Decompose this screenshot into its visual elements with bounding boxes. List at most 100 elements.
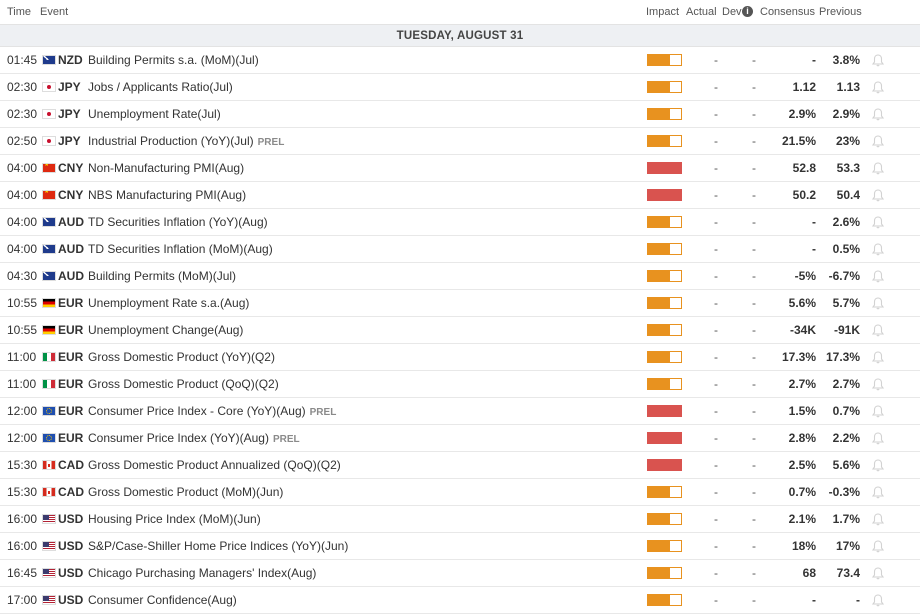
impact-indicator bbox=[647, 378, 682, 390]
event-name[interactable]: Housing Price Index (MoM)(Jun) bbox=[88, 506, 261, 532]
table-row[interactable]: 11:00 EUR Gross Domestic Product (YoY)(Q2)… bbox=[0, 344, 920, 371]
table-row[interactable]: 15:30 CAD Gross Domestic Product (MoM)(Jun… bbox=[0, 479, 920, 506]
event-name[interactable]: Unemployment Change(Aug) bbox=[88, 317, 243, 343]
info-icon[interactable]: i bbox=[742, 6, 753, 17]
event-title[interactable]: Consumer Price Index (YoY)(Aug) bbox=[88, 431, 269, 445]
event-title[interactable]: Gross Domestic Product Annualized (QoQ)(… bbox=[88, 458, 341, 472]
event-title[interactable]: Building Permits (MoM)(Jul) bbox=[88, 269, 236, 283]
bell-icon[interactable] bbox=[871, 587, 885, 613]
bell-icon[interactable] bbox=[871, 128, 885, 154]
bell-icon[interactable] bbox=[871, 344, 885, 370]
event-title[interactable]: Unemployment Rate(Jul) bbox=[88, 107, 221, 121]
event-name[interactable]: Building Permits s.a. (MoM)(Jul) bbox=[88, 47, 259, 73]
event-title[interactable]: Building Permits s.a. (MoM)(Jul) bbox=[88, 53, 259, 67]
bell-icon[interactable] bbox=[871, 506, 885, 532]
event-name[interactable]: Non-Manufacturing PMI(Aug) bbox=[88, 155, 244, 181]
event-name[interactable]: TD Securities Inflation (MoM)(Aug) bbox=[88, 236, 273, 262]
header-event[interactable]: Event bbox=[40, 6, 68, 18]
table-row[interactable]: 04:00 CNY NBS Manufacturing PMI(Aug) - - 50.2… bbox=[0, 182, 920, 209]
event-name[interactable]: NBS Manufacturing PMI(Aug) bbox=[88, 182, 246, 208]
bell-icon[interactable] bbox=[871, 533, 885, 559]
table-row[interactable]: 11:00 EUR Gross Domestic Product (QoQ)(Q2)… bbox=[0, 371, 920, 398]
eu-flag-icon bbox=[42, 406, 56, 416]
event-name[interactable]: Unemployment Rate(Jul) bbox=[88, 101, 221, 127]
event-name[interactable]: Gross Domestic Product (MoM)(Jun) bbox=[88, 479, 283, 505]
table-row[interactable]: 10:55 EUR Unemployment Change(Aug) - - -34K -9… bbox=[0, 317, 920, 344]
event-title[interactable]: Chicago Purchasing Managers' Index(Aug) bbox=[88, 566, 316, 580]
event-title[interactable]: Industrial Production (YoY)(Jul) bbox=[88, 134, 254, 148]
header-dev[interactable]: Dev bbox=[722, 6, 742, 18]
table-row[interactable]: 16:00 USD S&P/Case-Shiller Home Price Indi… bbox=[0, 533, 920, 560]
event-name[interactable]: Consumer Price Index - Core (YoY)(Aug) PR… bbox=[88, 398, 336, 424]
bell-icon[interactable] bbox=[871, 182, 885, 208]
event-title[interactable]: NBS Manufacturing PMI(Aug) bbox=[88, 188, 246, 202]
event-name[interactable]: Chicago Purchasing Managers' Index(Aug) bbox=[88, 560, 316, 586]
impact-indicator bbox=[647, 567, 682, 579]
event-title[interactable]: S&P/Case-Shiller Home Price Indices (YoY… bbox=[88, 539, 348, 553]
event-name[interactable]: Gross Domestic Product (QoQ)(Q2) bbox=[88, 371, 279, 397]
table-row[interactable]: 10:55 EUR Unemployment Rate s.a.(Aug) - - 5.6… bbox=[0, 290, 920, 317]
header-previous[interactable]: Previous bbox=[819, 6, 862, 18]
bell-icon[interactable] bbox=[871, 263, 885, 289]
header-time[interactable]: Time bbox=[7, 6, 31, 18]
bell-icon[interactable] bbox=[871, 74, 885, 100]
event-name[interactable]: Consumer Price Index (YoY)(Aug) PREL bbox=[88, 425, 300, 451]
event-title[interactable]: Gross Domestic Product (MoM)(Jun) bbox=[88, 485, 283, 499]
bell-icon[interactable] bbox=[871, 317, 885, 343]
event-name[interactable]: Building Permits (MoM)(Jul) bbox=[88, 263, 236, 289]
previous-value: -6.7% bbox=[828, 269, 860, 283]
event-title[interactable]: Consumer Price Index - Core (YoY)(Aug) bbox=[88, 404, 306, 418]
event-name[interactable]: Jobs / Applicants Ratio(Jul) bbox=[88, 74, 233, 100]
table-row[interactable]: 02:30 JPY Unemployment Rate(Jul) - - 2.9% 2.9% bbox=[0, 101, 920, 128]
table-row[interactable]: 12:00 EUR Consumer Price Index (YoY)(Aug) P… bbox=[0, 425, 920, 452]
event-name[interactable]: TD Securities Inflation (YoY)(Aug) bbox=[88, 209, 268, 235]
event-title[interactable]: Housing Price Index (MoM)(Jun) bbox=[88, 512, 261, 526]
bell-icon[interactable] bbox=[871, 452, 885, 478]
table-row[interactable]: 01:45 NZD Building Permits s.a. (MoM)(Jul)… bbox=[0, 47, 920, 74]
header-impact[interactable]: Impact bbox=[646, 6, 679, 18]
bell-icon[interactable] bbox=[871, 236, 885, 262]
consensus-value: 1.5% bbox=[788, 404, 816, 418]
bell-icon[interactable] bbox=[871, 155, 885, 181]
bell-icon[interactable] bbox=[871, 290, 885, 316]
event-name[interactable]: S&P/Case-Shiller Home Price Indices (YoY… bbox=[88, 533, 348, 559]
table-row[interactable]: 15:30 CAD Gross Domestic Product Annualize… bbox=[0, 452, 920, 479]
currency-code: EUR bbox=[58, 323, 84, 337]
event-name[interactable]: Consumer Confidence(Aug) bbox=[88, 587, 237, 613]
bell-icon[interactable] bbox=[871, 425, 885, 451]
table-row[interactable]: 04:00 CNY Non-Manufacturing PMI(Aug) - - 52.8… bbox=[0, 155, 920, 182]
event-name[interactable]: Unemployment Rate s.a.(Aug) bbox=[88, 290, 249, 316]
event-title[interactable]: TD Securities Inflation (MoM)(Aug) bbox=[88, 242, 273, 256]
event-title[interactable]: Gross Domestic Product (QoQ)(Q2) bbox=[88, 377, 279, 391]
bell-icon[interactable] bbox=[871, 209, 885, 235]
event-title[interactable]: TD Securities Inflation (YoY)(Aug) bbox=[88, 215, 268, 229]
event-title[interactable]: Consumer Confidence(Aug) bbox=[88, 593, 237, 607]
event-name[interactable]: Gross Domestic Product (YoY)(Q2) bbox=[88, 344, 275, 370]
table-row[interactable]: 04:30 AUD Building Permits (MoM)(Jul) - - -5%… bbox=[0, 263, 920, 290]
event-title[interactable]: Unemployment Rate s.a.(Aug) bbox=[88, 296, 249, 310]
header-actual[interactable]: Actual bbox=[686, 6, 717, 18]
table-row[interactable]: 12:00 EUR Consumer Price Index - Core (YoY… bbox=[0, 398, 920, 425]
bell-icon[interactable] bbox=[871, 101, 885, 127]
event-title[interactable]: Unemployment Change(Aug) bbox=[88, 323, 243, 337]
bell-icon[interactable] bbox=[871, 560, 885, 586]
table-row[interactable]: 16:00 USD Housing Price Index (MoM)(Jun) - -… bbox=[0, 506, 920, 533]
event-name[interactable]: Gross Domestic Product Annualized (QoQ)(… bbox=[88, 452, 341, 478]
dev-value: - bbox=[752, 215, 756, 229]
table-row[interactable]: 04:00 AUD TD Securities Inflation (YoY)(Au… bbox=[0, 209, 920, 236]
table-row[interactable]: 16:45 USD Chicago Purchasing Managers' Ind… bbox=[0, 560, 920, 587]
event-title[interactable]: Jobs / Applicants Ratio(Jul) bbox=[88, 80, 233, 94]
event-title[interactable]: Non-Manufacturing PMI(Aug) bbox=[88, 161, 244, 175]
bell-icon[interactable] bbox=[871, 371, 885, 397]
event-time: 10:55 bbox=[7, 296, 38, 310]
table-row[interactable]: 02:30 JPY Jobs / Applicants Ratio(Jul) - - 1.… bbox=[0, 74, 920, 101]
bell-icon[interactable] bbox=[871, 398, 885, 424]
bell-icon[interactable] bbox=[871, 479, 885, 505]
bell-icon[interactable] bbox=[871, 47, 885, 73]
table-row[interactable]: 04:00 AUD TD Securities Inflation (MoM)(Au… bbox=[0, 236, 920, 263]
header-consensus[interactable]: Consensus bbox=[760, 6, 815, 18]
event-title[interactable]: Gross Domestic Product (YoY)(Q2) bbox=[88, 350, 275, 364]
event-name[interactable]: Industrial Production (YoY)(Jul) PREL bbox=[88, 128, 284, 154]
table-row[interactable]: 17:00 USD Consumer Confidence(Aug) - - - - bbox=[0, 587, 920, 614]
table-row[interactable]: 02:50 JPY Industrial Production (YoY)(Jul)… bbox=[0, 128, 920, 155]
